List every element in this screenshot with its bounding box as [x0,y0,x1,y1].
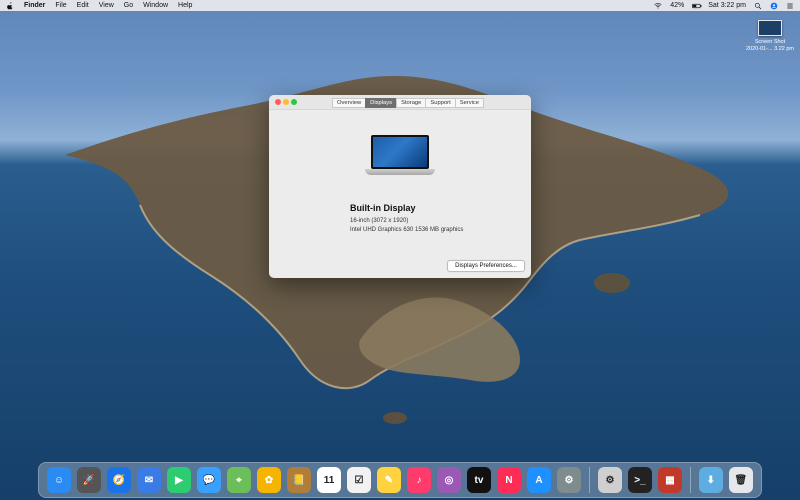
system-preferences-icon[interactable]: ⚙ [557,467,581,493]
downloads-icon[interactable]: ⬇ [698,467,723,493]
photo-booth-icon[interactable]: ▦ [657,467,682,493]
menu-window[interactable]: Window [143,2,168,9]
menu-status-area: 42% Sat 3:22 pm [654,2,794,10]
battery-percent[interactable]: 42% [670,2,684,9]
messages-icon[interactable]: 💬 [197,467,221,493]
macbook-screen [371,135,429,169]
tab-support[interactable]: Support [425,98,456,108]
window-titlebar[interactable]: Overview Displays Storage Support Servic… [269,95,531,110]
battery-icon[interactable] [692,2,702,10]
window-zoom-button[interactable] [291,99,297,105]
maps-icon[interactable]: ⌖ [227,467,251,493]
menu-go[interactable]: Go [124,2,133,9]
launchpad-icon[interactable]: 🚀 [77,467,101,493]
trash-icon[interactable]: 🗑 [728,467,753,493]
apple-icon-svg [7,1,13,9]
user-icon-svg [770,2,778,9]
screenshot-label-line-2: 2020-01-... 3.22 pm [745,45,794,52]
mail-icon[interactable]: ✉ [137,467,161,493]
apple-icon[interactable] [6,1,14,10]
dock: ☺ 🚀 🧭 ✉ ▶ 💬 ⌖ ✿ 📒 11 ☑ ✎ ♪ ◎ tv N A ⚙ ⚙ >_ ▦ ⬇ 🗑 [38,462,762,498]
user-icon[interactable] [770,2,778,10]
macbook-illustration [365,135,435,179]
menu-file[interactable]: File [55,2,66,9]
music-icon[interactable]: ♪ [407,467,431,493]
safari-icon[interactable]: 🧭 [107,467,131,493]
terminal-icon[interactable]: >_ [627,467,652,493]
macbook-wallpaper [373,137,427,167]
clock[interactable]: Sat 3:22 pm [708,2,746,9]
finder-icon[interactable]: ☺ [47,467,71,493]
menu-edit[interactable]: Edit [77,2,89,9]
wifi-icon[interactable] [654,2,662,10]
window-minimize-button[interactable] [283,99,289,105]
app-store-icon[interactable]: A [527,467,551,493]
search-icon-svg [755,2,762,9]
menu-extras-icon-svg [787,3,793,8]
utility-icon[interactable]: ⚙ [597,467,622,493]
menu-bar: Finder File Edit View Go Window Help 42%… [0,0,800,11]
dock-separator [589,467,590,493]
news-icon[interactable]: N [497,467,521,493]
facetime-icon[interactable]: ▶ [167,467,191,493]
about-this-mac-window: Overview Displays Storage Support Servic… [269,95,531,278]
tab-service[interactable]: Service [454,98,485,108]
tab-displays[interactable]: Displays [365,98,398,108]
screenshot-thumbnail [758,20,782,36]
tab-bar: Overview Displays Storage Support Servic… [332,98,485,108]
dock-separator [689,467,691,493]
menu-view[interactable]: View [99,2,114,9]
search-icon[interactable] [754,2,762,10]
desktop-screenshot-file[interactable]: Screen Shot 2020-01-... 3.22 pm [742,20,798,52]
wifi-icon-svg [654,2,662,8]
photos-icon[interactable]: ✿ [257,467,281,493]
calendar-icon[interactable]: 11 [317,467,341,493]
tab-storage[interactable]: Storage [396,98,427,108]
tv-icon[interactable]: tv [467,467,491,493]
tab-overview[interactable]: Overview [332,98,367,108]
display-info: Built-in Display 16-inch (3072 x 1920) I… [350,203,463,236]
menu-help[interactable]: Help [178,2,192,9]
display-size: 16-inch (3072 x 1920) [350,218,409,224]
menu-finder[interactable]: Finder [24,2,45,9]
notes-icon[interactable]: ✎ [377,467,401,493]
macbook-base [365,169,435,175]
displays-preferences-button[interactable]: Displays Preferences... [447,260,525,272]
graphics-info: Intel UHD Graphics 630 1536 MB graphics [350,227,464,233]
display-title: Built-in Display [350,203,416,213]
podcasts-icon[interactable]: ◎ [437,467,461,493]
window-close-button[interactable] [275,99,281,105]
menu-extras-icon[interactable] [786,2,794,10]
battery-icon-svg [692,3,702,8]
reminders-icon[interactable]: ☑ [347,467,371,493]
contacts-icon[interactable]: 📒 [287,467,311,493]
